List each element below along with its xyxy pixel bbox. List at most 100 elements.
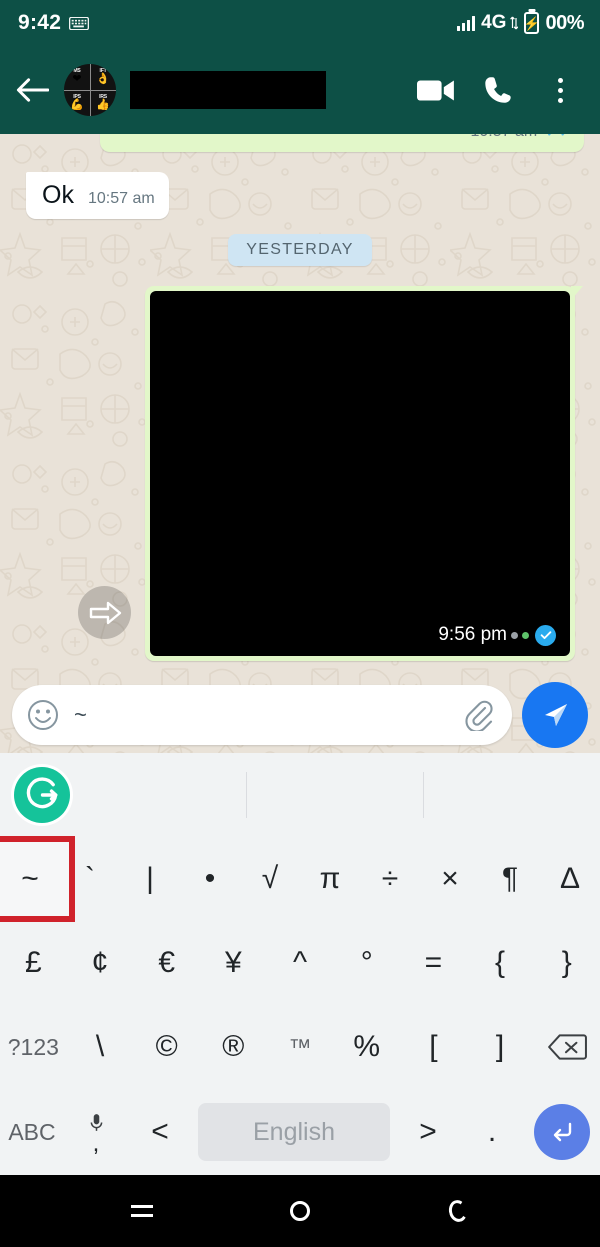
battery-charging-icon: ⚡ xyxy=(524,12,540,34)
forward-icon[interactable] xyxy=(78,586,131,639)
app-bar: MS ❤ IFT 👌 IPS 💪 IRS 👍 xyxy=(0,46,600,134)
key-pi[interactable]: π xyxy=(300,837,360,921)
key-next-language[interactable]: > xyxy=(396,1089,460,1175)
avatar-quadrant-1: MS ❤ xyxy=(64,64,90,90)
suggestion-bar xyxy=(0,753,600,837)
avatar[interactable]: MS ❤ IFT 👌 IPS 💪 IRS 👍 xyxy=(64,64,116,116)
status-clock: 9:42 xyxy=(18,11,62,34)
read-receipt-badge xyxy=(535,624,556,646)
paperclip-icon[interactable] xyxy=(462,699,494,733)
key-euro[interactable]: € xyxy=(133,921,200,1005)
keyboard-row-2: £ ¢ € ¥ ^ ° = { } xyxy=(0,921,600,1005)
message-bubble-media[interactable]: 9:56 pm xyxy=(145,286,583,661)
key-comma-label: , xyxy=(92,1130,100,1157)
key-pound[interactable]: £ xyxy=(0,921,67,1005)
key-pilcrow[interactable]: ¶ xyxy=(480,837,540,921)
date-divider: YESTERDAY xyxy=(228,234,372,266)
key-pipe[interactable]: | xyxy=(120,837,180,921)
key-bracket-open[interactable]: [ xyxy=(400,1005,467,1089)
key-tilde[interactable]: ~ xyxy=(0,837,60,921)
key-multiply[interactable]: × xyxy=(420,837,480,921)
key-abc[interactable]: ABC xyxy=(0,1089,64,1175)
status-dot-green xyxy=(522,631,529,639)
key-sqrt[interactable]: √ xyxy=(240,837,300,921)
keyboard-icon xyxy=(69,16,90,30)
phone-screen: 9:42 4G ⚡ 00% MS ❤ IFT 👌 IPS 💪 IRS 👍 Ok … xyxy=(0,0,600,1247)
suggestion-slot-1[interactable] xyxy=(70,753,246,837)
suggestion-slot-2[interactable] xyxy=(247,753,423,837)
key-mic-comma[interactable]: , xyxy=(64,1089,128,1175)
key-trademark[interactable]: ™ xyxy=(267,1005,334,1089)
key-spacebar[interactable]: English xyxy=(198,1103,390,1161)
key-yen[interactable]: ¥ xyxy=(200,921,267,1005)
key-brace-close[interactable]: } xyxy=(533,921,600,1005)
message-input-bar: ~ xyxy=(0,677,600,753)
data-transfer-arrows-icon xyxy=(510,16,519,30)
keyboard-row-1: ~ ` | • √ π ÷ × ¶ Δ xyxy=(0,837,600,921)
grammarly-logo-icon[interactable] xyxy=(14,767,70,823)
media-meta: 9:56 pm xyxy=(438,624,556,646)
video-call-icon[interactable] xyxy=(410,66,462,114)
enter-key-icon xyxy=(534,1104,590,1160)
message-time: 10:57 am xyxy=(470,134,537,141)
key-backtick[interactable]: ` xyxy=(60,837,120,921)
network-type-label: 4G xyxy=(481,12,507,33)
emoji-smiley-icon[interactable] xyxy=(26,698,60,732)
key-symbols-123[interactable]: ?123 xyxy=(0,1005,67,1089)
home-icon[interactable] xyxy=(277,1188,323,1234)
phone-call-icon[interactable] xyxy=(472,66,524,114)
media-time: 9:56 pm xyxy=(438,624,507,645)
message-time: 10:57 am xyxy=(87,190,155,207)
signal-bars-icon xyxy=(457,15,476,31)
avatar-quadrant-emoji: 👍 xyxy=(96,99,110,111)
key-backslash[interactable]: \ xyxy=(67,1005,134,1089)
nav-back-icon[interactable] xyxy=(435,1188,481,1234)
avatar-quadrant-2: IFT 👌 xyxy=(90,64,116,90)
media-thumbnail[interactable]: 9:56 pm xyxy=(150,291,570,656)
battery-percent-label: 00% xyxy=(545,11,584,34)
keyboard-row-4: ABC , < English > . xyxy=(0,1089,600,1175)
key-bracket-close[interactable]: ] xyxy=(467,1005,534,1089)
key-prev-language[interactable]: < xyxy=(128,1089,192,1175)
date-divider-wrap: YESTERDAY xyxy=(0,234,600,266)
key-caret[interactable]: ^ xyxy=(267,921,334,1005)
avatar-quadrant-3: IPS 💪 xyxy=(64,90,90,116)
key-delta[interactable]: Δ xyxy=(540,837,600,921)
status-bar: 9:42 4G ⚡ 00% xyxy=(0,0,600,46)
avatar-quadrant-emoji: 👌 xyxy=(96,73,110,85)
avatar-divider-horizontal xyxy=(64,90,116,91)
avatar-quadrant-emoji: ❤ xyxy=(72,73,82,85)
chat-messages: 10:57 am ✓✓ Ok 10:57 am YESTERDAY 9:56 p… xyxy=(0,134,600,753)
message-input-field[interactable]: ~ xyxy=(74,702,448,728)
key-degree[interactable]: ° xyxy=(333,921,400,1005)
key-equals[interactable]: = xyxy=(400,921,467,1005)
send-button[interactable] xyxy=(522,682,588,748)
message-input-pill[interactable]: ~ xyxy=(12,685,512,745)
suggestion-slot-3[interactable] xyxy=(424,753,600,837)
read-receipt-icon: ✓✓ xyxy=(545,134,572,142)
recents-icon[interactable] xyxy=(119,1188,165,1234)
key-brace-open[interactable]: { xyxy=(467,921,534,1005)
avatar-quadrant-emoji: 💪 xyxy=(70,99,84,111)
key-label: ~ xyxy=(21,862,39,895)
status-dot-gray xyxy=(511,631,518,639)
key-cent[interactable]: ¢ xyxy=(67,921,134,1005)
key-bullet[interactable]: • xyxy=(180,837,240,921)
keyboard: ~ ` | • √ π ÷ × ¶ Δ £ ¢ € ¥ ^ ° = { } ?1… xyxy=(0,753,600,1175)
more-options-icon[interactable] xyxy=(534,66,586,114)
key-registered[interactable]: ® xyxy=(200,1005,267,1089)
message-bubble-incoming[interactable]: Ok 10:57 am xyxy=(26,172,169,219)
key-copyright[interactable]: © xyxy=(133,1005,200,1089)
contact-name[interactable] xyxy=(130,71,326,109)
message-bubble-outgoing-partial[interactable]: 10:57 am ✓✓ xyxy=(100,134,584,152)
key-backspace[interactable] xyxy=(533,1005,600,1089)
key-enter[interactable] xyxy=(524,1104,600,1160)
key-period[interactable]: . xyxy=(460,1089,524,1175)
back-arrow-icon[interactable] xyxy=(10,68,54,112)
navigation-bar xyxy=(0,1175,600,1247)
status-bar-right: 4G ⚡ 00% xyxy=(457,12,584,35)
avatar-quadrant-4: IRS 👍 xyxy=(90,90,116,116)
bubble-tail xyxy=(571,286,583,300)
key-divide[interactable]: ÷ xyxy=(360,837,420,921)
key-percent[interactable]: % xyxy=(333,1005,400,1089)
